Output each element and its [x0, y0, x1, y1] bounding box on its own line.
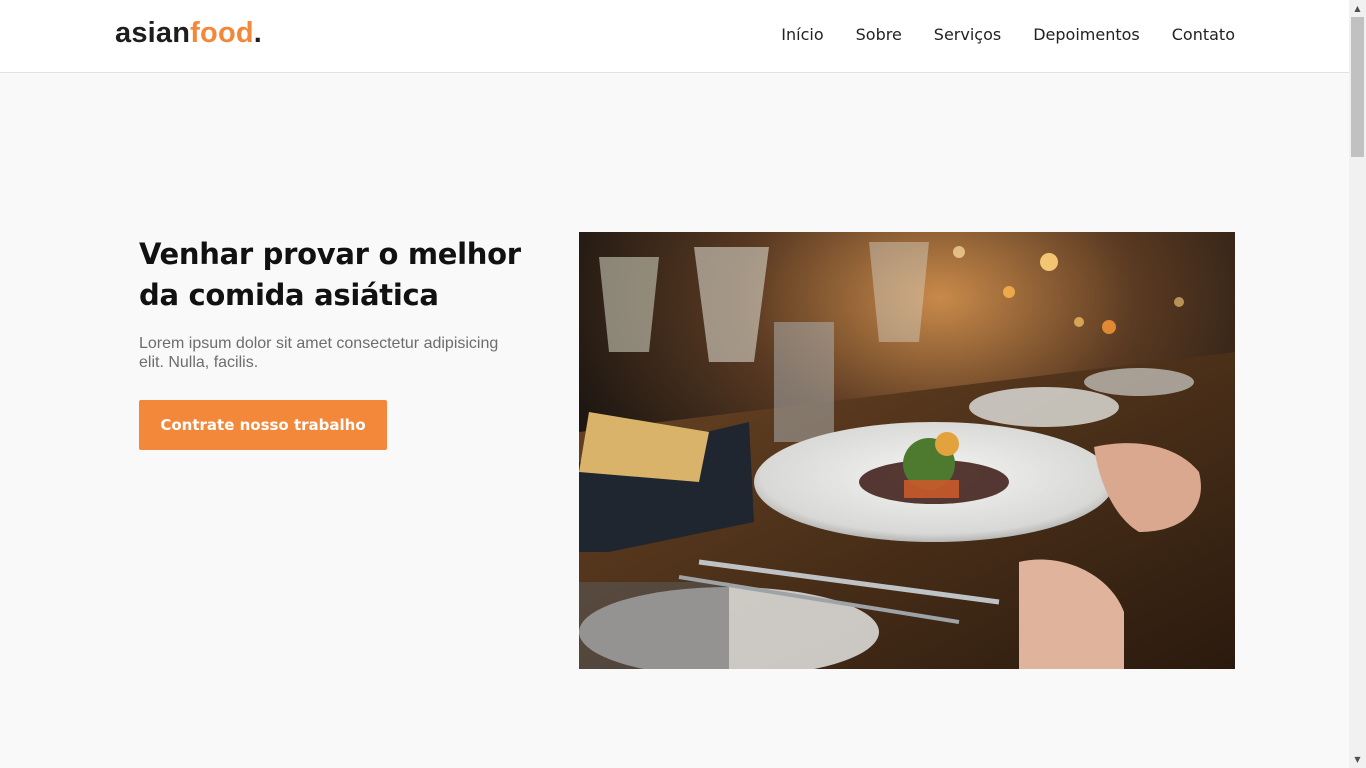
hero-image	[579, 232, 1235, 669]
scroll-up-icon[interactable]: ▲	[1349, 0, 1366, 17]
nav-link-sobre[interactable]: Sobre	[856, 25, 902, 44]
hero-title: Venhar provar o melhor da comida asiátic…	[139, 237, 521, 312]
nav-link-servicos[interactable]: Serviços	[934, 25, 1001, 44]
logo-text-food: food	[190, 17, 254, 49]
main-nav: Início Sobre Serviços Depoimentos Contat…	[781, 25, 1235, 44]
logo-dot: .	[253, 17, 263, 49]
nav-link-depoimentos[interactable]: Depoimentos	[1033, 25, 1140, 44]
site-header: asianfood. Início Sobre Serviços Depoime…	[0, 0, 1349, 73]
site-logo[interactable]: asianfood.	[115, 17, 262, 50]
page-scrollbar[interactable]: ▲ ▼	[1349, 0, 1366, 768]
nav-link-inicio[interactable]: Início	[781, 25, 823, 44]
nav-link-contato[interactable]: Contato	[1172, 25, 1235, 44]
logo-text-asian: asian	[115, 17, 191, 49]
scroll-down-icon[interactable]: ▼	[1349, 751, 1366, 768]
hero-text: Venhar provar o melhor da comida asiátic…	[139, 234, 539, 372]
hero-description: Lorem ipsum dolor sit amet consectetur a…	[139, 335, 499, 371]
cta-button[interactable]: Contrate nosso trabalho	[139, 400, 387, 450]
restaurant-dinner-photo	[579, 232, 1235, 669]
scrollbar-thumb[interactable]	[1351, 17, 1364, 157]
